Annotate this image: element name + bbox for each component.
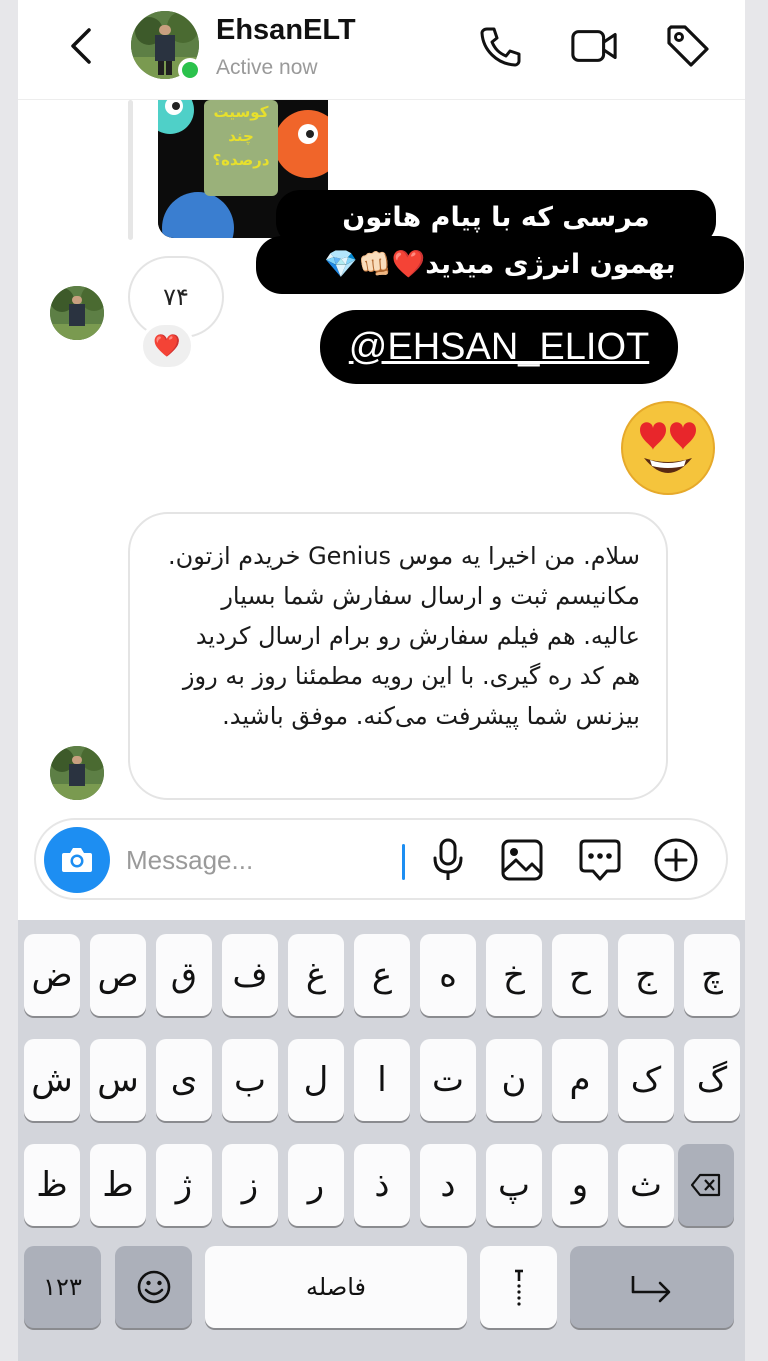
smiley-icon (137, 1270, 170, 1304)
backspace-key[interactable] (678, 1144, 734, 1226)
sender-avatar[interactable] (50, 746, 104, 800)
numbers-key[interactable]: ۱۲۳ (24, 1246, 101, 1328)
add-button[interactable] (650, 834, 702, 886)
letter-key[interactable]: گ (684, 1039, 740, 1121)
message-composer (34, 818, 728, 900)
letter-key[interactable]: ب (222, 1039, 278, 1121)
letter-key[interactable]: ن (486, 1039, 542, 1121)
keyboard: ضصقفغعهخحجچ شسیبلاتنمکگ ظطژزرذدپوث ۱۲۳ ف… (18, 920, 745, 1361)
chat-window: EhsanELT Active now کوسیت چند درصده؟ مرس… (18, 0, 745, 920)
camera-icon (62, 848, 92, 872)
story-image-text: کوسیت (213, 103, 269, 121)
story-caption-line: بهمون انرژی میدید❤️👊🏻💎 (256, 236, 744, 294)
image-icon (501, 839, 543, 881)
letter-key[interactable]: ر (288, 1144, 344, 1226)
punctuation-icon (514, 1269, 523, 1306)
letter-key[interactable]: خ (486, 934, 542, 1016)
story-mention[interactable]: @EHSAN_ELIOT (320, 310, 678, 384)
letter-key[interactable]: ض (24, 934, 80, 1016)
punctuation-key[interactable] (480, 1246, 557, 1328)
contact-name[interactable]: EhsanELT (216, 14, 356, 47)
message-text: سلام. من اخیرا یه موس Genius خریدم ازتون… (168, 542, 640, 730)
chat-bubble-icon (579, 839, 621, 881)
letter-key[interactable]: ش (24, 1039, 80, 1121)
letter-key[interactable]: ط (90, 1144, 146, 1226)
letter-key[interactable]: ج (618, 934, 674, 1016)
letter-key[interactable]: ل (288, 1039, 344, 1121)
letter-key[interactable]: س (90, 1039, 146, 1121)
letter-key[interactable]: غ (288, 934, 344, 1016)
letter-key[interactable]: ظ (24, 1144, 80, 1226)
contact-status: Active now (216, 56, 318, 79)
message-bubble[interactable]: سلام. من اخیرا یه موس Genius خریدم ازتون… (128, 512, 668, 800)
camera-button[interactable] (44, 827, 110, 893)
letter-key[interactable]: ی (156, 1039, 212, 1121)
heart-eyes-emoji[interactable] (620, 400, 716, 496)
letter-key[interactable]: ح (552, 934, 608, 1016)
letter-key[interactable]: ژ (156, 1144, 212, 1226)
return-arrow-icon (631, 1276, 671, 1303)
letter-key[interactable]: ذ (354, 1144, 410, 1226)
reply-thread-line (128, 100, 133, 240)
gallery-button[interactable] (496, 834, 548, 886)
story-image-text: درصده؟ (212, 151, 270, 169)
call-button[interactable] (476, 22, 524, 70)
text-caret (402, 844, 405, 880)
letter-key[interactable]: ک (618, 1039, 674, 1121)
letter-key[interactable]: ث (618, 1144, 674, 1226)
letter-key[interactable]: ا (354, 1039, 410, 1121)
phone-icon (480, 27, 521, 67)
sticker-button[interactable] (574, 834, 626, 886)
letter-key[interactable]: ص (90, 934, 146, 1016)
letter-key[interactable]: ع (354, 934, 410, 1016)
chevron-left-icon (71, 28, 91, 64)
letter-key[interactable]: م (552, 1039, 608, 1121)
video-camera-icon (571, 30, 617, 62)
emoji-key[interactable] (115, 1246, 192, 1328)
story-image-text: چند (228, 127, 254, 145)
tag-button[interactable] (664, 22, 712, 70)
return-key[interactable] (570, 1246, 734, 1328)
space-key[interactable]: فاصله (205, 1246, 467, 1328)
online-indicator (178, 58, 202, 82)
video-call-button[interactable] (570, 22, 618, 70)
plus-circle-icon (654, 838, 698, 882)
letter-key[interactable]: ف (222, 934, 278, 1016)
heart-reaction[interactable]: ❤️ (140, 322, 194, 370)
message-input[interactable] (126, 840, 396, 880)
tag-icon (667, 25, 709, 67)
letter-key[interactable]: د (420, 1144, 476, 1226)
microphone-icon (433, 838, 463, 880)
letter-key[interactable]: و (552, 1144, 608, 1226)
letter-key[interactable]: چ (684, 934, 740, 1016)
backspace-icon (691, 1173, 721, 1197)
letter-key[interactable]: ه (420, 934, 476, 1016)
voice-message-button[interactable] (422, 834, 474, 886)
letter-key[interactable]: ق (156, 934, 212, 1016)
letter-key[interactable]: پ (486, 1144, 542, 1226)
letter-key[interactable]: ت (420, 1039, 476, 1121)
chat-header: EhsanELT Active now (18, 0, 745, 100)
sender-avatar[interactable] (50, 286, 104, 340)
letter-key[interactable]: ز (222, 1144, 278, 1226)
back-button[interactable] (62, 26, 102, 66)
